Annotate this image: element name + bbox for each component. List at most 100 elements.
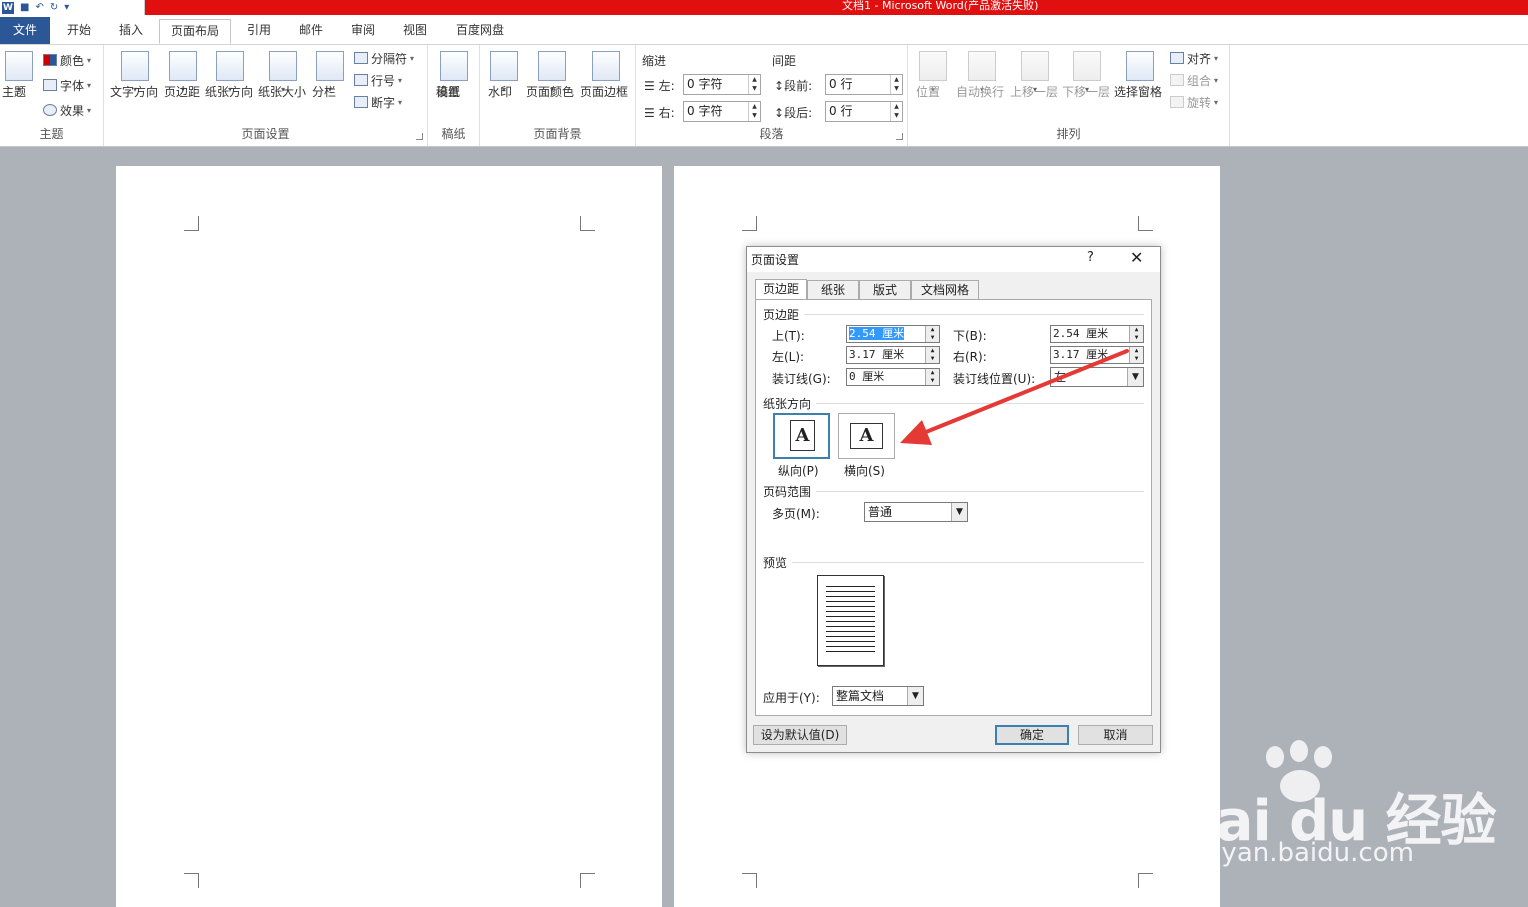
margin-corner-mark — [580, 216, 595, 231]
margin-corner-mark — [580, 873, 595, 888]
landscape-option[interactable]: A — [838, 413, 895, 459]
group-label-paragraph: 段落 — [759, 127, 784, 141]
chevron-down-icon: ▼ — [951, 503, 967, 521]
indent-left-spinner[interactable]: ▲ ▼ — [748, 75, 760, 94]
line-numbers-button[interactable]: 行号 ▾ — [354, 71, 402, 89]
tab-review[interactable]: 审阅 — [344, 19, 382, 44]
page-borders-button[interactable]: 页面边框 — [580, 51, 632, 99]
save-icon[interactable]: ■ — [20, 1, 29, 14]
portrait-label: 纵向(P) — [778, 464, 819, 478]
ok-button[interactable]: 确定 — [995, 725, 1069, 745]
cancel-button[interactable]: 取消 — [1078, 725, 1153, 745]
undo-icon[interactable]: ↶ — [35, 1, 43, 14]
themes-button[interactable]: 主题 ▾ — [2, 51, 36, 99]
apply-to-select[interactable]: 整篇文档 ▼ — [832, 686, 924, 706]
columns-button[interactable]: 分栏 ▾ — [312, 51, 348, 99]
orientation-button[interactable]: 纸张方向 ▾ — [205, 51, 255, 99]
group-objects-button[interactable]: 组合 ▾ — [1170, 71, 1218, 89]
fonts-button[interactable]: 字体 ▾ — [43, 76, 91, 94]
send-backward-button[interactable]: 下移一层 ▾ — [1062, 51, 1112, 99]
indent-right-spinner[interactable]: ▲ ▼ — [748, 102, 760, 121]
tab-references[interactable]: 引用 — [240, 19, 278, 44]
indent-right-label: ☰ 右: — [644, 106, 675, 120]
section-margins: 页边距 — [763, 308, 800, 322]
right-margin-input[interactable]: 3.17 厘米 ▲ ▼ — [1050, 346, 1144, 364]
gutter-spinner[interactable]: ▲ ▼ — [925, 369, 939, 385]
tab-paper[interactable]: 纸张 — [807, 280, 859, 300]
tab-mailings[interactable]: 邮件 — [292, 19, 330, 44]
page-borders-icon — [592, 51, 620, 81]
group-label-draft-paper: 稿纸 — [441, 127, 466, 141]
help-icon[interactable]: ? — [1087, 250, 1094, 265]
tab-baidu-netdisk[interactable]: 百度网盘 — [448, 19, 512, 44]
bottom-margin-input[interactable]: 2.54 厘米 ▲ ▼ — [1050, 325, 1144, 343]
watermark-url: jingyan.baidu.com — [1174, 838, 1414, 868]
position-button[interactable]: 位置 ▾ — [916, 51, 950, 99]
page-setup-launcher-icon[interactable] — [416, 133, 423, 140]
tab-insert[interactable]: 插入 — [112, 19, 150, 44]
close-icon[interactable]: ✕ — [1130, 248, 1143, 267]
wrap-text-button[interactable]: 自动换行 ▾ — [956, 51, 1008, 99]
colors-button[interactable]: 颜色 ▾ — [43, 51, 91, 69]
top-margin-input[interactable]: 2.54 厘米 ▲ ▼ — [846, 325, 940, 343]
tab-document-grid[interactable]: 文档网格 — [911, 280, 979, 300]
spacing-title: 间距 — [772, 54, 797, 68]
align-button[interactable]: 对齐 ▾ — [1170, 49, 1218, 67]
paragraph-launcher-icon[interactable] — [896, 133, 903, 140]
right-margin-spinner[interactable]: ▲ ▼ — [1129, 347, 1143, 363]
gutter-label: 装订线(G): — [772, 372, 831, 386]
bottom-margin-spinner[interactable]: ▲ ▼ — [1129, 326, 1143, 342]
watermark-icon — [490, 51, 518, 81]
rotate-icon — [1170, 96, 1184, 108]
selection-pane-button[interactable]: 选择窗格 — [1114, 51, 1166, 99]
document-page-1[interactable] — [116, 166, 662, 907]
spacing-before-spinner[interactable]: ▲ ▼ — [890, 75, 902, 94]
margins-panel: 页边距 上(T): 2.54 厘米 ▲ ▼ 下(B): 2.54 厘米 ▲ ▼ 左(L)… — [755, 299, 1152, 716]
tab-home[interactable]: 开始 — [60, 19, 98, 44]
tab-margins[interactable]: 页边距 — [755, 279, 807, 301]
group-label-arrange: 排列 — [1056, 127, 1081, 141]
gutter-input[interactable]: 0 厘米 ▲ ▼ — [846, 368, 940, 386]
tab-file[interactable]: 文件 — [0, 17, 50, 44]
top-margin-spinner[interactable]: ▲ ▼ — [925, 326, 939, 342]
hyphenation-button[interactable]: 断字 ▾ — [354, 93, 402, 111]
indent-right-input[interactable]: 0 字符 ▲ ▼ — [683, 101, 761, 122]
columns-icon — [316, 51, 344, 81]
portrait-option[interactable]: A — [773, 413, 830, 459]
spacing-after-spinner[interactable]: ▲ ▼ — [890, 102, 902, 121]
spacing-after-label: ↕段后: — [774, 106, 813, 120]
margin-corner-mark — [184, 873, 199, 888]
tab-layout[interactable]: 版式 — [859, 280, 911, 300]
chevron-down-icon: ▼ — [907, 687, 923, 705]
breaks-button[interactable]: 分隔符 ▾ — [354, 49, 414, 67]
spacing-after-input[interactable]: 0 行 ▲ ▼ — [825, 101, 903, 122]
redo-icon[interactable]: ↻ — [50, 1, 58, 14]
left-margin-input[interactable]: 3.17 厘米 ▲ ▼ — [846, 346, 940, 364]
page-color-button[interactable]: 页面颜色 ▾ — [526, 51, 578, 99]
margins-button[interactable]: 页边距 ▾ — [164, 51, 202, 99]
bring-forward-button[interactable]: 上移一层 ▾ — [1010, 51, 1060, 99]
draft-paper-icon — [440, 51, 468, 81]
set-default-button[interactable]: 设为默认值(D) — [753, 725, 847, 745]
fonts-icon — [43, 79, 57, 91]
indent-left-input[interactable]: 0 字符 ▲ ▼ — [683, 74, 761, 95]
selection-pane-icon — [1126, 51, 1154, 81]
paper-size-button[interactable]: 纸张大小 ▾ — [258, 51, 308, 99]
margin-corner-mark — [184, 216, 199, 231]
tab-page-layout[interactable]: 页面布局 — [159, 19, 231, 44]
margin-corner-mark — [742, 873, 757, 888]
spacing-before-input[interactable]: 0 行 ▲ ▼ — [825, 74, 903, 95]
customize-qat-icon[interactable]: ▾ — [64, 1, 69, 14]
right-margin-label: 右(R): — [953, 350, 987, 364]
text-direction-button[interactable]: 文字方向 ▾ — [110, 51, 160, 99]
paper-size-icon — [269, 51, 297, 81]
multiple-pages-select[interactable]: 普通 ▼ — [864, 502, 968, 522]
effects-button[interactable]: 效果 ▾ — [43, 101, 91, 119]
left-margin-spinner[interactable]: ▲ ▼ — [925, 347, 939, 363]
tab-view[interactable]: 视图 — [396, 19, 434, 44]
rotate-button[interactable]: 旋转 ▾ — [1170, 93, 1218, 111]
gutter-position-select[interactable]: 左 ▼ — [1050, 367, 1144, 387]
draft-paper-button[interactable]: 稿纸 设置 — [436, 51, 472, 99]
section-preview: 预览 — [763, 556, 788, 570]
watermark-button[interactable]: 水印 ▾ — [488, 51, 520, 99]
